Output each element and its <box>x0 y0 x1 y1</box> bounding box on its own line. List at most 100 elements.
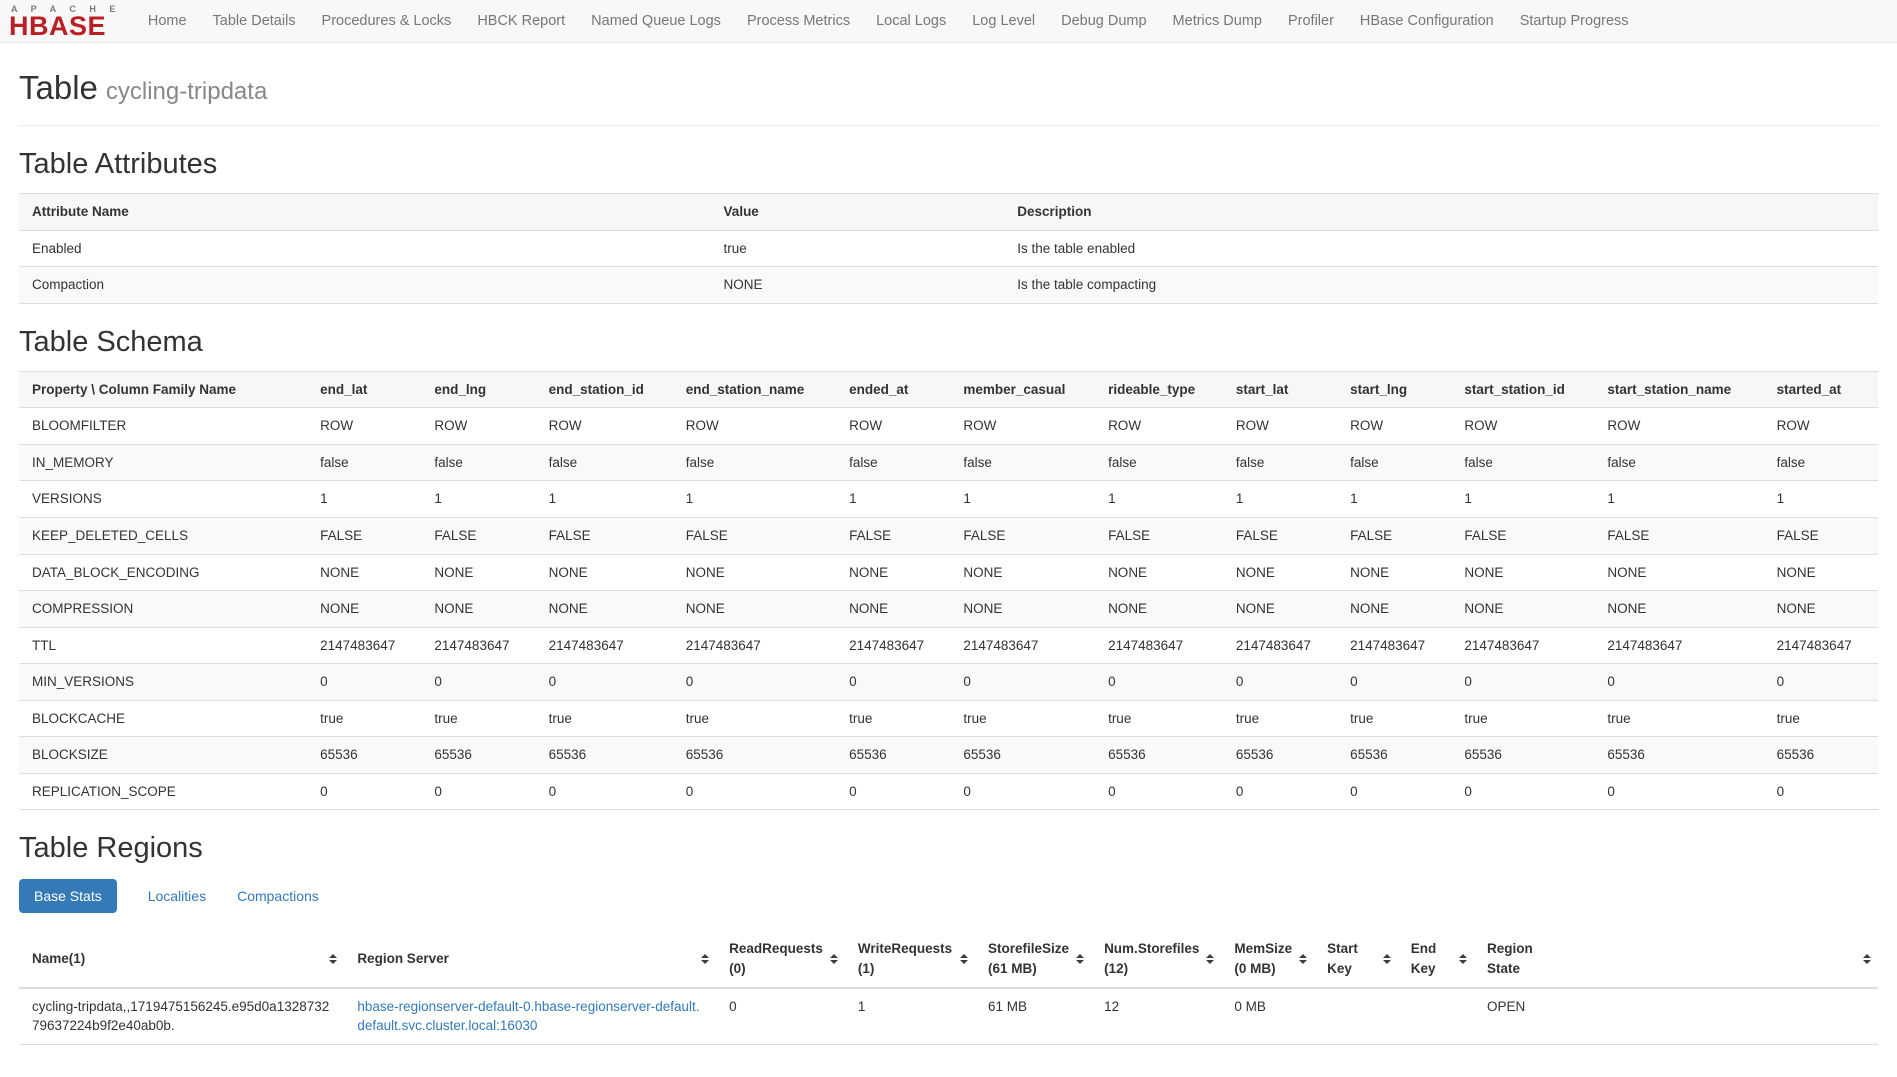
attributes-row: EnabledtrueIs the table enabled <box>19 230 1878 267</box>
regions-col-header[interactable]: Region Server <box>344 931 716 987</box>
hbase-logo[interactable]: A P A C H E HBASE <box>0 3 135 40</box>
schema-row: COMPRESSIONNONENONENONENONENONENONENONEN… <box>19 591 1878 628</box>
navbar-menu-item: Profiler <box>1275 0 1347 42</box>
schema-value-cell: 0 <box>1095 773 1223 810</box>
schema-value-cell: 65536 <box>1223 737 1337 774</box>
schema-value-cell: ROW <box>1594 408 1763 445</box>
sort-icon[interactable] <box>1383 954 1391 964</box>
nav-item-local-logs[interactable]: Local Logs <box>863 13 959 29</box>
tab-compactions[interactable]: Compactions <box>237 888 319 904</box>
schema-property-cell: BLOCKSIZE <box>19 737 307 774</box>
schema-property-cell: MIN_VERSIONS <box>19 664 307 701</box>
regions-col-header[interactable]: ReadRequests (0) <box>716 931 845 987</box>
schema-value-cell: 0 <box>421 773 535 810</box>
sort-icon[interactable] <box>329 954 337 964</box>
attributes-cell: Is the table compacting <box>1004 267 1878 304</box>
regions-heading: Table Regions <box>19 832 1878 865</box>
schema-row: TTL2147483647214748364721474836472147483… <box>19 627 1878 664</box>
nav-item-metrics-dump[interactable]: Metrics Dump <box>1160 13 1275 29</box>
attributes-cell: Is the table enabled <box>1004 230 1878 267</box>
nav-item-named-queue-logs[interactable]: Named Queue Logs <box>578 13 734 29</box>
attributes-cell: true <box>711 230 1005 267</box>
regions-col-header[interactable]: Name(1) <box>19 931 344 987</box>
regions-col-header[interactable]: WriteRequests (1) <box>845 931 975 987</box>
schema-row: VERSIONS111111111111 <box>19 481 1878 518</box>
regions-col-header[interactable]: Start Key <box>1314 931 1398 987</box>
regions-col-header[interactable]: Num.Storefiles (12) <box>1091 931 1221 987</box>
schema-row: MIN_VERSIONS000000000000 <box>19 664 1878 701</box>
schema-family-header: rideable_type <box>1095 371 1223 408</box>
schema-table: Property \ Column Family Nameend_latend_… <box>19 371 1878 811</box>
schema-value-cell: true <box>1095 700 1223 737</box>
regions-col-label: Name(1) <box>32 951 85 966</box>
schema-value-cell: FALSE <box>1594 517 1763 554</box>
regions-col-header[interactable]: MemSize (0 MB) <box>1221 931 1314 987</box>
nav-item-startup-progress[interactable]: Startup Progress <box>1507 13 1642 29</box>
sort-icon[interactable] <box>1076 954 1084 964</box>
schema-value-cell: true <box>421 700 535 737</box>
schema-row: IN_MEMORYfalsefalsefalsefalsefalsefalsef… <box>19 444 1878 481</box>
schema-value-cell: 0 <box>1594 773 1763 810</box>
schema-value-cell: false <box>1337 444 1451 481</box>
schema-value-cell: 65536 <box>836 737 950 774</box>
schema-value-cell: 1 <box>307 481 421 518</box>
navbar-menu: HomeTable DetailsProcedures & LocksHBCK … <box>135 0 1642 42</box>
region-num-storefiles-cell: 12 <box>1091 988 1221 1045</box>
schema-value-cell: NONE <box>1223 591 1337 628</box>
navbar-menu-item: HBCK Report <box>464 0 578 42</box>
schema-value-cell: 65536 <box>1594 737 1763 774</box>
schema-value-cell: true <box>1337 700 1451 737</box>
schema-value-cell: 0 <box>307 664 421 701</box>
nav-item-process-metrics[interactable]: Process Metrics <box>734 13 863 29</box>
sort-up-arrow <box>1459 954 1467 958</box>
regions-col-header[interactable]: StorefileSize (61 MB) <box>975 931 1091 987</box>
regions-col-header[interactable]: End Key <box>1398 931 1474 987</box>
regions-col-header[interactable]: Region State <box>1474 931 1878 987</box>
nav-item-hbck-report[interactable]: HBCK Report <box>464 13 578 29</box>
sort-icon[interactable] <box>1299 954 1307 964</box>
schema-value-cell: 65536 <box>1337 737 1451 774</box>
page-header: Tablecycling-tripdata <box>19 69 1878 107</box>
sort-up-arrow <box>830 954 838 958</box>
region-read-requests-cell: 0 <box>716 988 845 1045</box>
region-server-link[interactable]: hbase-regionserver-default-0.hbase-regio… <box>357 999 699 1034</box>
schema-value-cell: 2147483647 <box>1594 627 1763 664</box>
schema-value-cell: 0 <box>1764 664 1878 701</box>
nav-item-procedures-locks[interactable]: Procedures & Locks <box>309 13 465 29</box>
schema-value-cell: 2147483647 <box>307 627 421 664</box>
regions-col-label: Region Server <box>357 951 449 966</box>
sort-icon[interactable] <box>701 954 709 964</box>
schema-value-cell: 1 <box>1594 481 1763 518</box>
regions-col-label: End Key <box>1411 941 1437 976</box>
schema-family-header: end_lng <box>421 371 535 408</box>
tab-localities[interactable]: Localities <box>148 888 206 904</box>
regions-table: Name(1) Region Server ReadRequests (0)Writ… <box>19 931 1878 1044</box>
nav-item-profiler[interactable]: Profiler <box>1275 13 1347 29</box>
sort-icon[interactable] <box>960 954 968 964</box>
sort-icon[interactable] <box>1863 954 1871 964</box>
schema-family-header: end_station_id <box>536 371 673 408</box>
sort-up-arrow <box>1076 954 1084 958</box>
schema-value-cell: NONE <box>421 554 535 591</box>
navbar-menu-item: Metrics Dump <box>1160 0 1275 42</box>
nav-item-table-details[interactable]: Table Details <box>200 13 309 29</box>
attributes-col-header: Value <box>711 194 1005 231</box>
nav-item-debug-dump[interactable]: Debug Dump <box>1048 13 1159 29</box>
schema-value-cell: 0 <box>307 773 421 810</box>
schema-row: KEEP_DELETED_CELLSFALSEFALSEFALSEFALSEFA… <box>19 517 1878 554</box>
schema-value-cell: NONE <box>836 591 950 628</box>
sort-icon[interactable] <box>830 954 838 964</box>
nav-item-log-level[interactable]: Log Level <box>959 13 1048 29</box>
schema-value-cell: ROW <box>307 408 421 445</box>
nav-item-home[interactable]: Home <box>135 13 200 29</box>
schema-value-cell: 2147483647 <box>536 627 673 664</box>
sort-icon[interactable] <box>1206 954 1214 964</box>
nav-item-hbase-configuration[interactable]: HBase Configuration <box>1347 13 1507 29</box>
attributes-cell: Enabled <box>19 230 711 267</box>
sort-icon[interactable] <box>1459 954 1467 964</box>
schema-value-cell: false <box>307 444 421 481</box>
tab-base-stats[interactable]: Base Stats <box>19 879 117 913</box>
schema-value-cell: NONE <box>950 591 1095 628</box>
schema-value-cell: false <box>836 444 950 481</box>
schema-header-row: Property \ Column Family Nameend_latend_… <box>19 371 1878 408</box>
